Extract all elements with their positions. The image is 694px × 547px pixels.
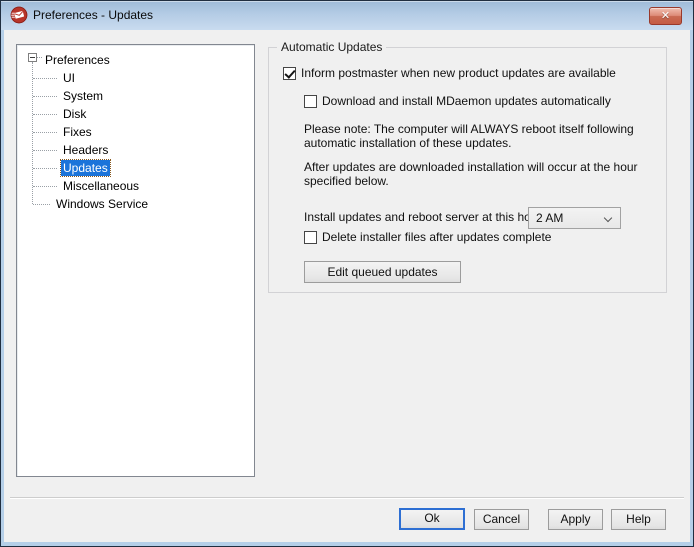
- tree-item-label: Preferences: [45, 53, 110, 67]
- download-install-checkbox[interactable]: [304, 95, 317, 108]
- tree-connector: [33, 114, 57, 115]
- tree-item-label: UI: [63, 71, 75, 85]
- help-button[interactable]: Help: [611, 509, 666, 530]
- window-title: Preferences - Updates: [33, 8, 154, 22]
- tree-connector: [33, 132, 57, 133]
- install-hour-value: 2 AM: [536, 211, 564, 225]
- close-button[interactable]: ✕: [649, 7, 682, 25]
- tree-connector: [37, 57, 42, 58]
- tree-item-miscellaneous[interactable]: Miscellaneous: [61, 177, 141, 195]
- tree-item-label: Windows Service: [56, 197, 149, 211]
- preferences-dialog: Preferences - Updates ✕ Preferences UI S…: [0, 0, 694, 547]
- tree-item-disk[interactable]: Disk: [61, 105, 88, 123]
- tree-item-preferences[interactable]: Preferences: [43, 51, 112, 69]
- edit-queued-updates-button[interactable]: Edit queued updates: [304, 261, 461, 283]
- preferences-tree: Preferences UI System Disk Fixes Headers…: [17, 45, 254, 476]
- dialog-content: Preferences UI System Disk Fixes Headers…: [4, 30, 690, 542]
- tree-item-label: Updates: [60, 159, 111, 177]
- inform-postmaster-checkbox[interactable]: [283, 67, 296, 80]
- tree-connector: [33, 150, 57, 151]
- chevron-down-icon: [603, 213, 613, 223]
- tree-connector: [33, 186, 57, 187]
- tree-item-label: System: [63, 89, 104, 103]
- install-hour-note-text: After updates are downloaded installatio…: [304, 160, 638, 188]
- tree-connector: [33, 204, 50, 205]
- tree-expander-icon[interactable]: [28, 53, 37, 62]
- delete-installer-checkbox[interactable]: [304, 231, 317, 244]
- title-bar[interactable]: Preferences - Updates ✕: [1, 1, 693, 30]
- tree-item-label: Miscellaneous: [63, 179, 140, 193]
- inform-postmaster-label[interactable]: Inform postmaster when new product updat…: [301, 67, 616, 80]
- automatic-updates-groupbox: Automatic Updates Inform postmaster when…: [268, 40, 667, 293]
- tree-item-label: Fixes: [63, 125, 92, 139]
- tree-connector: [33, 168, 57, 169]
- download-install-label[interactable]: Download and install MDaemon updates aut…: [322, 95, 611, 108]
- install-hour-label: Install updates and reboot server at thi…: [304, 210, 545, 224]
- tree-item-label: Headers: [63, 143, 109, 157]
- mdaemon-logo-icon: [10, 6, 28, 24]
- cancel-button[interactable]: Cancel: [474, 509, 529, 530]
- delete-installer-label[interactable]: Delete installer files after updates com…: [322, 231, 551, 244]
- preferences-tree-panel: Preferences UI System Disk Fixes Headers…: [16, 44, 255, 477]
- tree-item-updates[interactable]: Updates: [60, 159, 111, 177]
- install-hour-select[interactable]: 2 AM: [528, 207, 621, 229]
- tree-item-ui[interactable]: UI: [61, 69, 77, 87]
- close-icon: ✕: [660, 10, 671, 22]
- tree-item-system[interactable]: System: [61, 87, 105, 105]
- ok-button[interactable]: Ok: [399, 508, 465, 530]
- tree-connector: [33, 78, 57, 79]
- footer-separator: [10, 497, 684, 499]
- groupbox-title: Automatic Updates: [277, 40, 387, 54]
- tree-item-label: Disk: [63, 107, 87, 121]
- tree-item-windows-service[interactable]: Windows Service: [54, 195, 150, 213]
- tree-item-headers[interactable]: Headers: [61, 141, 110, 159]
- tree-connector: [32, 62, 33, 204]
- tree-connector: [33, 96, 57, 97]
- apply-button[interactable]: Apply: [548, 509, 603, 530]
- tree-item-fixes[interactable]: Fixes: [61, 123, 94, 141]
- reboot-note-text: Please note: The computer will ALWAYS re…: [304, 122, 634, 150]
